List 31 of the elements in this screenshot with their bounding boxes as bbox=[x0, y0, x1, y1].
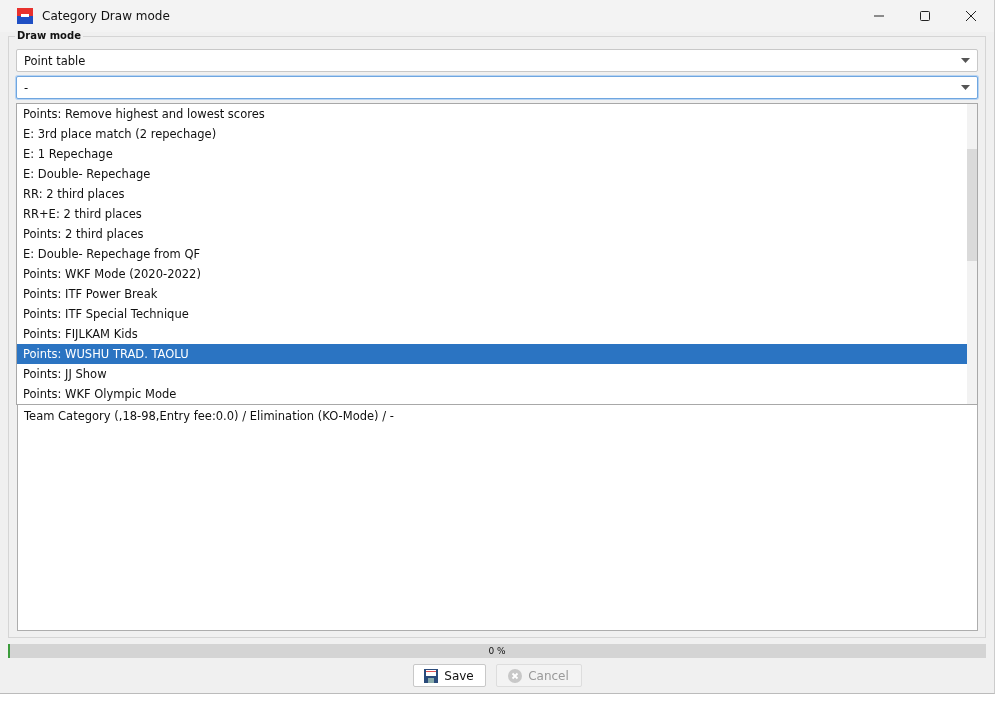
window-title: Category Draw mode bbox=[42, 9, 170, 23]
scrollbar-thumb[interactable] bbox=[967, 149, 977, 261]
dropdown-option[interactable]: E: 1 Repechage bbox=[17, 144, 967, 164]
caret-icon bbox=[961, 85, 970, 90]
cancel-icon bbox=[508, 668, 523, 683]
save-button[interactable]: Save bbox=[412, 664, 486, 687]
summary-textarea[interactable]: Team Category (,18-98,Entry fee:0.0) / Elimination (KO-Mode) / - bbox=[17, 404, 978, 631]
dropdown-option[interactable]: Points: ITF Special Technique bbox=[17, 304, 967, 324]
caret-icon bbox=[961, 58, 970, 63]
dropdown-option[interactable]: Points: Remove highest and lowest scores bbox=[17, 104, 967, 124]
maximize-icon[interactable] bbox=[920, 11, 930, 21]
scrollbar[interactable] bbox=[967, 104, 977, 404]
dropdown-option[interactable]: Points: 2 third places bbox=[17, 224, 967, 244]
dropdown-option[interactable]: Points: FIJLKAM Kids bbox=[17, 324, 967, 344]
dropdown-option[interactable]: E: Double- Repechage bbox=[17, 164, 967, 184]
dropdown-option[interactable]: Points: ITF Power Break bbox=[17, 284, 967, 304]
dropdown-option[interactable]: E: Double- Repechage from QF bbox=[17, 244, 967, 264]
summary-text: Team Category (,18-98,Entry fee:0.0) / Elimination (KO-Mode) / - bbox=[24, 409, 394, 423]
app-icon bbox=[17, 8, 33, 24]
sub-mode-dropdown[interactable]: - bbox=[16, 76, 978, 99]
close-icon[interactable] bbox=[966, 11, 976, 21]
dropdown-option[interactable]: RR: 2 third places bbox=[17, 184, 967, 204]
draw-mode-dropdown[interactable]: Point table bbox=[16, 49, 978, 72]
group-label: Draw mode bbox=[15, 30, 83, 41]
dropdown-option[interactable]: E: 3rd place match (2 repechage) bbox=[17, 124, 967, 144]
dropdown-option[interactable]: Points: JJ Show bbox=[17, 364, 967, 384]
dropdown-option[interactable]: RR+E: 2 third places bbox=[17, 204, 967, 224]
dropdown-option[interactable]: Points: WKF Olympic Mode bbox=[17, 384, 967, 404]
dropdown-option[interactable]: Points: WUSHU TRAD. TAOLU bbox=[17, 344, 967, 364]
progress-label: 0 % bbox=[488, 646, 506, 656]
dropdown-option[interactable]: Points: WKF Mode (2020-2022) bbox=[17, 264, 967, 284]
